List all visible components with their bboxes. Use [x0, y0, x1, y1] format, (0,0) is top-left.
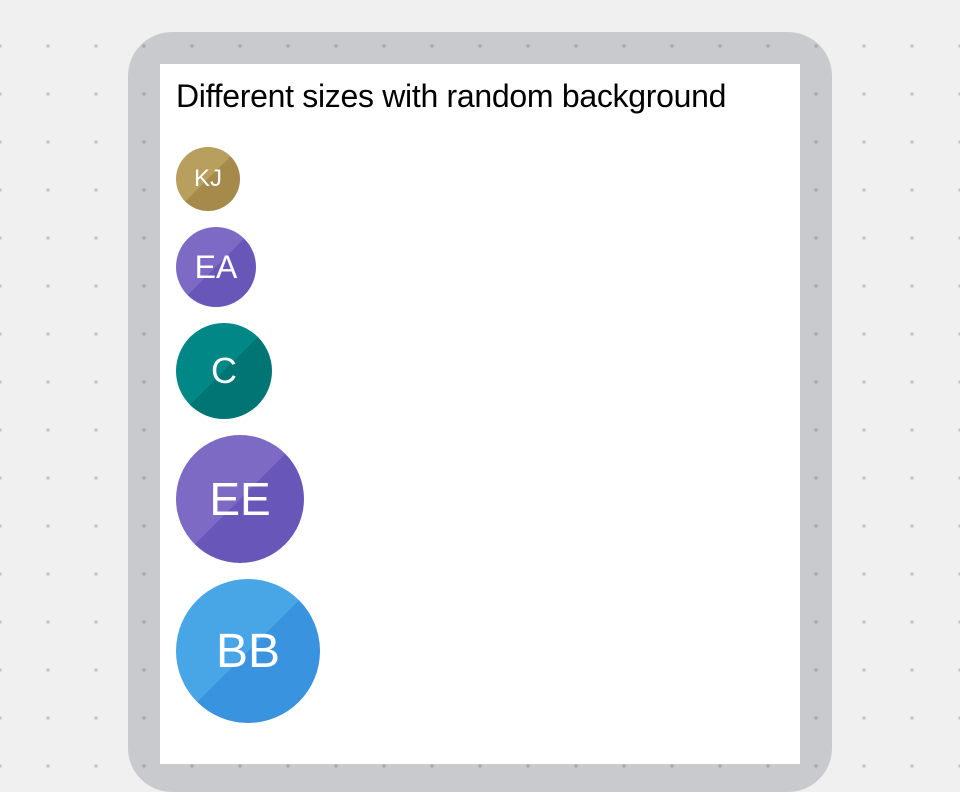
avatar: EE: [176, 435, 304, 563]
avatar: EA: [176, 227, 256, 307]
screen: Different sizes with random background K…: [160, 64, 800, 764]
page-title: Different sizes with random background: [176, 78, 727, 114]
device-frame: Different sizes with random background K…: [128, 32, 832, 792]
avatar-initials: EE: [209, 473, 271, 525]
avatar-initials: KJ: [193, 165, 222, 192]
avatar-initials: EA: [194, 248, 238, 285]
avatar: C: [176, 323, 272, 419]
avatar: KJ: [176, 147, 240, 211]
avatar-initials: C: [211, 350, 237, 391]
avatar-initials: BB: [215, 624, 281, 678]
avatar: BB: [176, 579, 320, 723]
